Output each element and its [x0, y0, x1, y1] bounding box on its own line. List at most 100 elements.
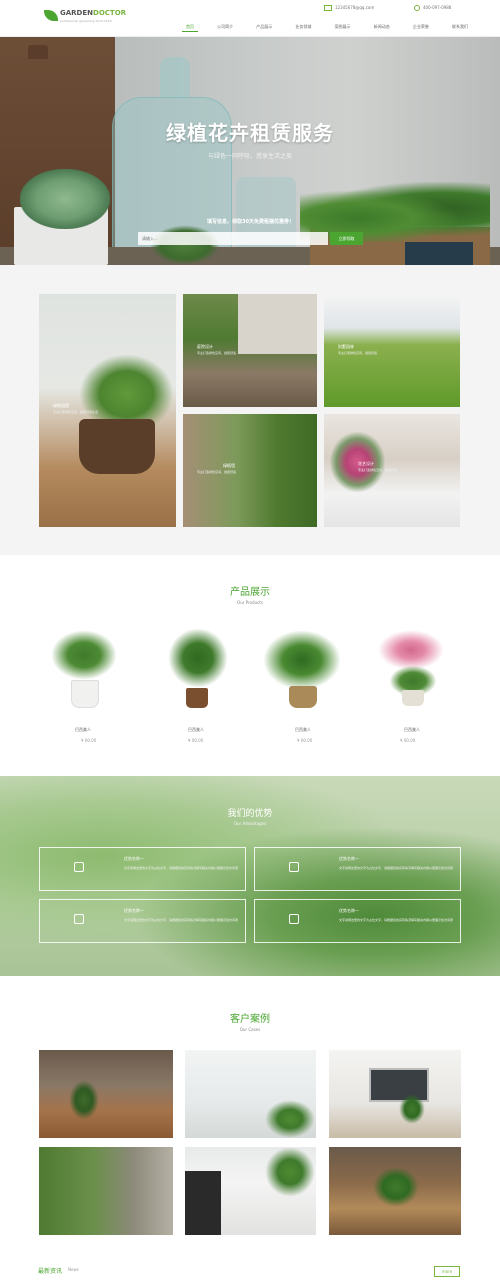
coupon-submit-button[interactable]: 立即领取: [330, 232, 363, 245]
services-section: 绿植租摆 专业打造绿色空间，健康舒适生活 庭院设计 专业打造绿色空间，健康舒适 …: [0, 265, 500, 555]
box-icon: [289, 914, 299, 924]
hero-banner: 绿植花卉租赁服务 与绿色一同呼吸，悠享生活之美 填写信息，领取30天免费租摆优惠…: [0, 37, 500, 270]
case-image[interactable]: [185, 1147, 316, 1235]
products-title: 产品展示: [230, 587, 270, 598]
cases-heading: 客户案例 Our Cases: [0, 1010, 500, 1032]
nav-item[interactable]: 新闻动态: [370, 22, 394, 32]
advantage-card[interactable]: 优势名称一 文字说明这里的文字为占位文字，请根据您的实际情况填写相关内容以便展示…: [254, 899, 461, 943]
hero-jar-lid: [160, 57, 190, 97]
products-heading: 产品展示 Our Products: [0, 583, 500, 605]
phone-icon: [414, 5, 420, 11]
logo-word-2: DOCTOR: [93, 9, 127, 17]
product-leaves: [263, 630, 341, 690]
book-icon: [74, 862, 84, 872]
case-image[interactable]: [185, 1050, 316, 1138]
case-image[interactable]: [39, 1147, 173, 1235]
product-card[interactable]: 巴西美人 ¥ 00.00: [33, 620, 133, 750]
advantage-card[interactable]: 优势名称一 文字说明这里的文字为占位文字，请根据您的实际情况填写相关内容以便展示…: [39, 847, 246, 891]
nav-item[interactable]: 公司简介: [213, 22, 237, 32]
service-label: 别墅园林: [338, 344, 354, 349]
product-image: [33, 620, 133, 715]
advantages-section: 我们的优势 Our Advantages 优势名称一 文字说明这里的文字为占位文…: [0, 776, 500, 976]
hero-subtitle: 与绿色一同呼吸，悠享生活之美: [207, 153, 292, 160]
main-nav: 首页 公司简介 产品展示 业务领域 案例展示 新闻动态 企业荣誉 联系我们: [182, 22, 472, 32]
phone-contact: 400-097-0988: [414, 5, 451, 11]
product-image: [362, 620, 462, 715]
product-price: ¥ 00.00: [81, 738, 97, 743]
service-tile-1[interactable]: 绿植租摆 专业打造绿色空间，健康舒适生活: [39, 294, 176, 527]
page: GARDENDOCTOR professional gardening 2015…: [0, 0, 500, 1286]
advantages-title: 我们的优势: [227, 809, 273, 819]
logo-word-1: GARDEN: [60, 9, 94, 17]
calendar-icon: [74, 914, 84, 924]
case-plant: [265, 1100, 315, 1138]
service-tile-5[interactable]: 花艺设计 专业打造绿色空间，健康舒适: [324, 414, 460, 527]
hero-succulent: [20, 169, 110, 229]
nav-item[interactable]: 联系我们: [448, 22, 472, 32]
product-card[interactable]: 巴西美人 ¥ 00.00: [146, 620, 246, 750]
service-tile-3[interactable]: 别墅园林 专业打造绿色空间，健康舒适: [324, 294, 460, 407]
logo-tagline: professional gardening 2015-2016: [60, 19, 112, 23]
service-desc: 专业打造绿色空间，健康舒适: [358, 468, 398, 472]
nav-item[interactable]: 企业荣誉: [409, 22, 433, 32]
product-flowers: [378, 630, 444, 670]
case-plant: [399, 1094, 425, 1124]
product-name: 巴西美人: [295, 727, 311, 732]
coupon-message: 填写信息，领取30天免费租摆优惠券！: [207, 219, 294, 225]
product-image: [146, 620, 246, 715]
service-desc: 专业打造绿色空间，健康舒适生活: [53, 410, 99, 414]
cases-subtitle: Our Cases: [239, 1027, 261, 1032]
more-button[interactable]: more: [434, 1266, 460, 1277]
nav-item[interactable]: 业务领域: [291, 22, 315, 32]
service-pot-image: [79, 419, 155, 474]
product-leaves: [168, 628, 228, 688]
advantage-title: 优势名称一: [339, 908, 359, 913]
case-image[interactable]: [329, 1147, 461, 1235]
logo-text: GARDENDOCTOR: [60, 9, 126, 17]
advantage-desc: 文字说明这里的文字为占位文字，请根据您的实际情况填写相关内容以便展示给访问者: [339, 866, 454, 870]
service-tile-2[interactable]: 庭院设计 专业打造绿色空间，健康舒适: [183, 294, 317, 407]
advantage-card[interactable]: 优势名称一 文字说明这里的文字为占位文字，请根据您的实际情况填写相关内容以便展示…: [254, 847, 461, 891]
advantage-title: 优势名称一: [124, 908, 144, 913]
service-tile-4[interactable]: 绿植墙 专业打造绿色空间，健康舒适: [183, 414, 317, 527]
advantage-desc: 文字说明这里的文字为占位文字，请根据您的实际情况填写相关内容以便展示给访问者: [124, 866, 239, 870]
product-name: 巴西美人: [188, 727, 204, 732]
product-pot: [402, 690, 424, 706]
nav-item[interactable]: 产品展示: [252, 22, 276, 32]
news-heading: 最新资讯 News more: [38, 1266, 468, 1280]
service-desc: 专业打造绿色空间，健康舒适: [338, 351, 378, 355]
service-desc: 专业打造绿色空间，健康舒适: [197, 470, 237, 474]
hero-title: 绿植花卉租赁服务: [166, 121, 334, 145]
case-plant: [69, 1080, 99, 1120]
advantage-desc: 文字说明这里的文字为占位文字，请根据您的实际情况填写相关内容以便展示给访问者: [339, 918, 454, 922]
case-image[interactable]: [39, 1050, 173, 1138]
advantage-title: 优势名称一: [339, 856, 359, 861]
service-label: 庭院设计: [197, 344, 213, 349]
hero-board-handle: [28, 45, 48, 59]
nav-item[interactable]: 案例展示: [331, 22, 355, 32]
logo[interactable]: GARDENDOCTOR professional gardening 2015…: [44, 8, 134, 26]
case-image[interactable]: [329, 1050, 461, 1138]
service-desc: 专业打造绿色空间，健康舒适: [197, 351, 237, 355]
product-card[interactable]: 巴西美人 ¥ 00.00: [362, 620, 462, 750]
case-chairs: [185, 1171, 221, 1235]
email-text: 12345678@qq.com: [335, 5, 375, 10]
advantage-card[interactable]: 优势名称一 文字说明这里的文字为占位文字，请根据您的实际情况填写相关内容以便展示…: [39, 899, 246, 943]
product-card[interactable]: 巴西美人 ¥ 00.00: [253, 620, 353, 750]
hero-jar-plant: [150, 225, 220, 265]
product-leaves: [51, 630, 117, 680]
phone-text: 400-097-0988: [423, 5, 452, 10]
trophy-icon: [289, 862, 299, 872]
coupon-input[interactable]: [138, 232, 328, 245]
news-title: 最新资讯: [38, 1268, 63, 1275]
nav-item[interactable]: 首页: [182, 22, 198, 32]
product-image: [253, 620, 353, 715]
product-price: ¥ 00.00: [188, 738, 204, 743]
advantage-desc: 文字说明这里的文字为占位文字，请根据您的实际情况填写相关内容以便展示给访问者: [124, 918, 239, 922]
mail-icon: [324, 5, 332, 11]
news-subtitle: News: [68, 1267, 79, 1272]
case-plant: [265, 1147, 315, 1197]
email-contact[interactable]: 12345678@qq.com: [324, 5, 374, 11]
service-label: 绿植租摆: [53, 403, 69, 408]
coupon-form: 填写信息，领取30天免费租摆优惠券！ 立即领取: [138, 219, 363, 245]
